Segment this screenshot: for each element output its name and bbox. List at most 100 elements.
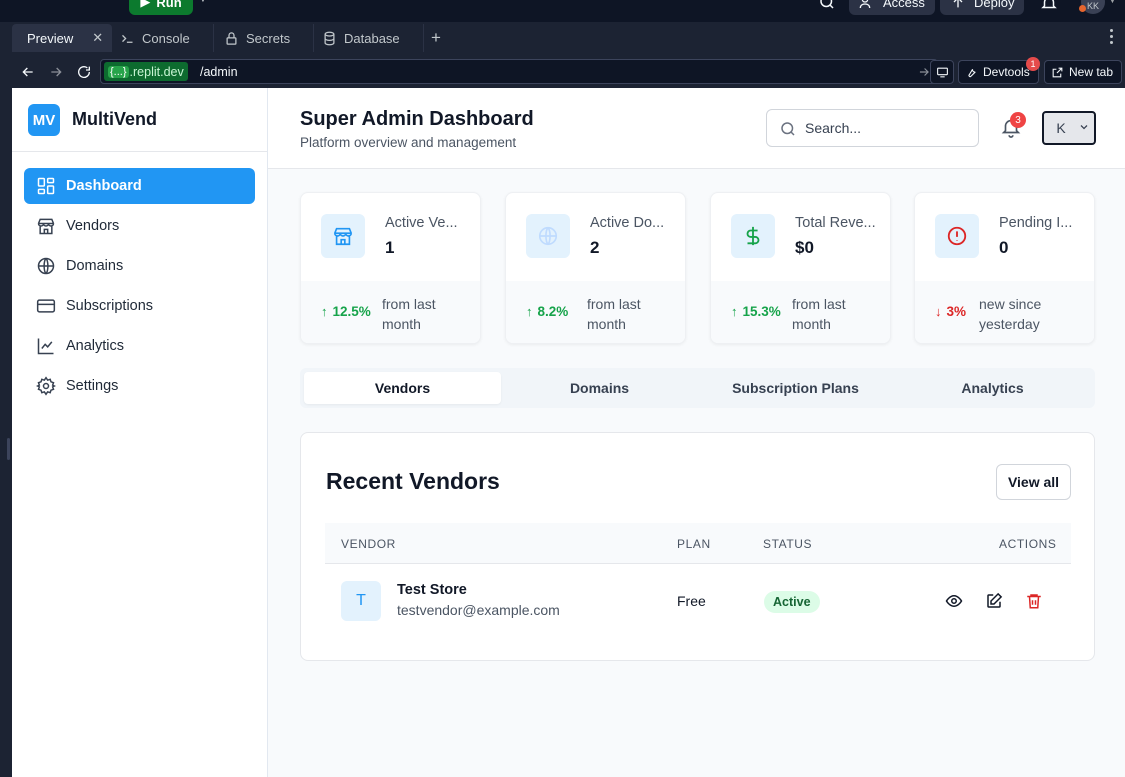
lock-icon [226, 31, 237, 45]
stat-label: Pending I... [999, 215, 1073, 231]
notification-badge: 3 [1010, 112, 1026, 128]
app-preview: MV MultiVend Dashboard Vendors Domains S… [12, 88, 1125, 777]
run-button[interactable]: ▶ Run [129, 0, 193, 15]
stats-grid: Active Ve... 1 ↑ 12.5% from last month Ac… [300, 192, 1095, 344]
search-input[interactable] [805, 118, 965, 138]
eye-icon[interactable] [945, 592, 963, 610]
gear-icon [36, 376, 56, 396]
status-badge: Active [764, 591, 820, 613]
store-icon [333, 227, 353, 246]
content-tabs: Vendors Domains Subscription Plans Analy… [300, 368, 1095, 408]
go-arrow-icon[interactable] [917, 65, 931, 79]
search-box[interactable] [766, 109, 979, 147]
url-host: {...} .replit.dev [104, 62, 188, 81]
dollar-icon [746, 226, 760, 246]
column-header-plan[interactable]: PLAN [677, 537, 711, 551]
user-menu-button[interactable]: K [1042, 111, 1096, 145]
bell-icon[interactable] [1040, 0, 1058, 12]
stat-label: Active Do... [590, 215, 665, 231]
device-toggle-button[interactable] [930, 60, 954, 84]
sidebar-item-dashboard[interactable]: Dashboard [24, 168, 255, 204]
stat-note: from last month [587, 296, 641, 332]
table-row: T Test Store testvendor@example.com Free… [325, 564, 1071, 640]
globe-icon [37, 257, 55, 275]
trash-icon[interactable] [1025, 592, 1043, 610]
page-subtitle: Platform overview and management [300, 135, 517, 150]
stat-value: 2 [590, 238, 600, 257]
tab-console[interactable]: Console [112, 24, 214, 52]
stat-note: from last month [792, 296, 846, 332]
tab-preview[interactable]: Preview ✕ [12, 24, 112, 52]
stat-label: Active Ve... [385, 215, 458, 231]
page-title: Super Admin Dashboard [300, 108, 534, 130]
table-header: VENDOR PLAN STATUS ACTIONS [325, 523, 1071, 564]
arrow-up-icon: ↑ [526, 304, 533, 319]
sidebar-item-settings[interactable]: Settings [24, 368, 255, 404]
search-icon [781, 122, 795, 136]
arrow-up-icon: ↑ [731, 304, 738, 319]
brand-logo[interactable]: MV [28, 104, 60, 136]
panel-edge [0, 88, 12, 777]
credit-card-icon [36, 299, 56, 313]
add-tab-icon[interactable]: + [431, 28, 441, 48]
resize-handle[interactable] [7, 438, 10, 460]
vendor-plan: Free [677, 593, 706, 609]
back-arrow-icon[interactable] [20, 64, 36, 80]
more-menu-icon[interactable] [1104, 29, 1118, 47]
tab-secrets[interactable]: Secrets [214, 24, 314, 52]
stat-trend: ↓ 3% [935, 304, 967, 319]
vendor-email: testvendor@example.com [397, 602, 560, 618]
page-header: Super Admin Dashboard Platform overview … [268, 88, 1125, 169]
dashboard-icon [37, 177, 55, 195]
sidebar-item-domains[interactable]: Domains [24, 248, 255, 284]
chevron-down-icon [1080, 125, 1088, 130]
chevron-down-icon[interactable]: ▼ [1108, 0, 1117, 5]
monitor-icon [936, 67, 948, 77]
reload-icon[interactable] [76, 64, 92, 80]
close-icon[interactable]: ✕ [92, 30, 103, 46]
terminal-icon [122, 34, 133, 43]
brand: MV MultiVend [12, 88, 267, 152]
stat-trend: ↑ 12.5% [321, 304, 371, 319]
tab-domains[interactable]: Domains [501, 372, 698, 404]
database-icon [324, 31, 335, 45]
url-path: /admin [200, 65, 238, 79]
tab-subscription-plans[interactable]: Subscription Plans [697, 372, 894, 404]
arrow-down-icon: ↓ [935, 304, 942, 319]
column-header-actions: ACTIONS [999, 537, 1057, 551]
forward-arrow-icon[interactable] [48, 64, 64, 80]
stat-note: new since yesterday [979, 296, 1042, 332]
deploy-button[interactable]: Deploy [940, 0, 1025, 15]
stat-trend: ↑ 8.2% [526, 304, 569, 319]
chevron-down-icon[interactable]: ▼ [198, 0, 208, 5]
play-icon: ▶ [140, 0, 151, 9]
replit-topbar: ▶ Run ▼ Access Deploy KK ▼ [0, 0, 1125, 22]
avatar: K [1048, 115, 1074, 141]
new-tab-button[interactable]: New tab [1044, 60, 1122, 84]
sidebar-item-analytics[interactable]: Analytics [24, 328, 255, 364]
url-input[interactable]: {...} .replit.dev /admin [100, 59, 938, 84]
card-title: Recent Vendors [326, 468, 500, 494]
access-button[interactable]: Access [849, 0, 935, 15]
wrench-icon [968, 68, 976, 77]
stat-card-revenue: Total Reve... $0 ↑ 15.3% from last month [710, 192, 891, 344]
tab-analytics[interactable]: Analytics [894, 372, 1091, 404]
stat-note: from last month [382, 296, 436, 332]
vendor-name[interactable]: Test Store [397, 582, 467, 598]
tab-database[interactable]: Database [314, 24, 424, 52]
search-icon[interactable] [818, 0, 836, 11]
stat-card-vendors: Active Ve... 1 ↑ 12.5% from last month [300, 192, 481, 344]
sidebar-item-subscriptions[interactable]: Subscriptions [24, 288, 255, 324]
sidebar-item-vendors[interactable]: Vendors [24, 208, 255, 244]
edit-icon[interactable] [985, 592, 1003, 610]
line-chart-icon [37, 338, 54, 355]
status-dot [1079, 5, 1086, 12]
column-header-vendor[interactable]: VENDOR [341, 537, 396, 551]
column-header-status[interactable]: STATUS [763, 537, 812, 551]
address-bar: {...} .replit.dev /admin Devtools New tab [12, 56, 1125, 88]
stat-value: 0 [999, 238, 1009, 257]
globe-icon [538, 226, 558, 246]
tab-vendors[interactable]: Vendors [304, 372, 501, 404]
stat-trend: ↑ 15.3% [731, 304, 781, 319]
view-all-button[interactable]: View all [996, 464, 1071, 500]
